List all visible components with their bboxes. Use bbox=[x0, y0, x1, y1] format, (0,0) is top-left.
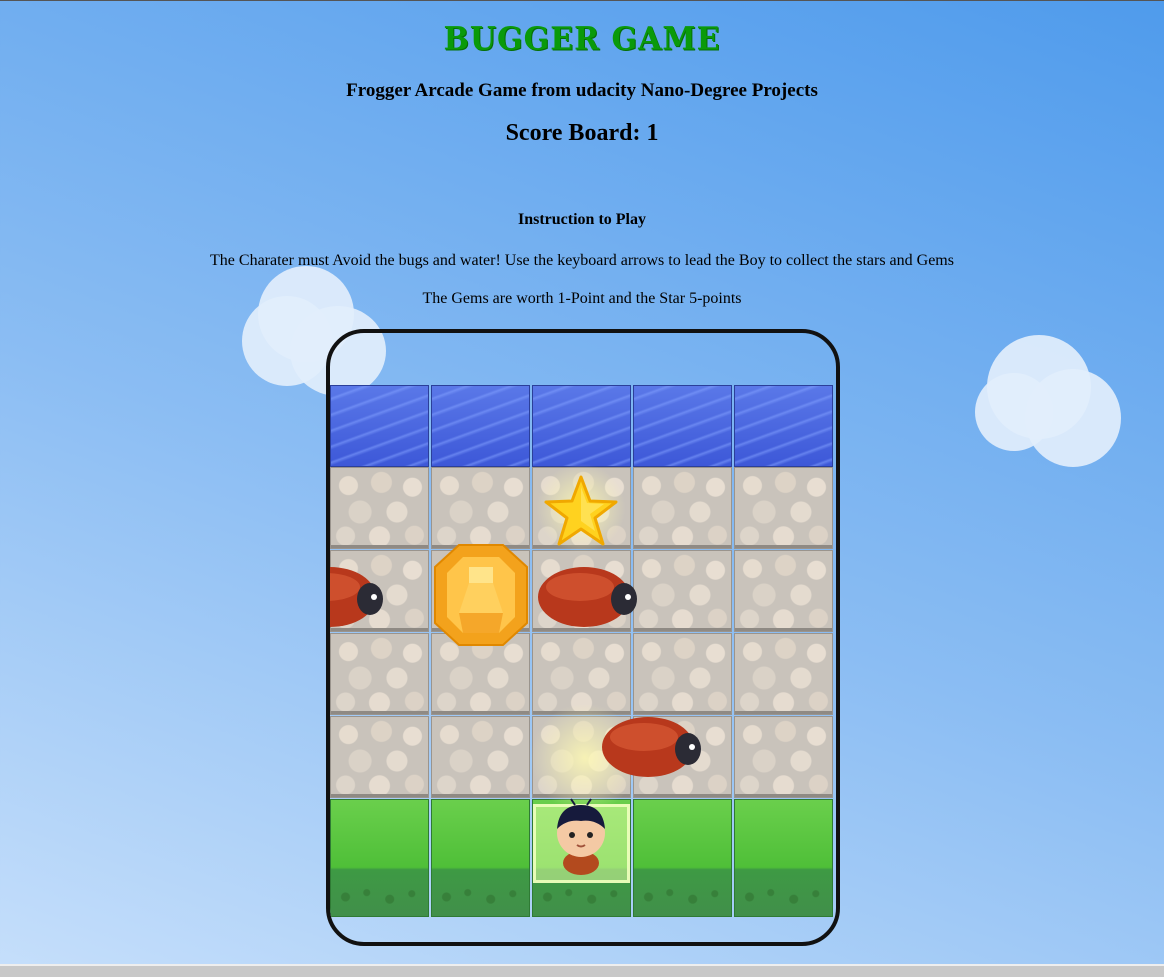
instructions-line-2: The Gems are worth 1-Point and the Star … bbox=[422, 290, 742, 307]
cloud-right bbox=[975, 335, 1125, 470]
stone-tile bbox=[734, 633, 833, 715]
stone-tile bbox=[431, 716, 530, 798]
bug-enemy bbox=[538, 567, 637, 627]
stone-tile bbox=[431, 467, 530, 549]
grass-tile bbox=[734, 799, 833, 917]
water-tile bbox=[532, 385, 631, 467]
bug-enemy bbox=[602, 717, 701, 777]
stone-tile bbox=[330, 467, 429, 549]
stone-tile bbox=[633, 633, 732, 715]
player-boy[interactable] bbox=[543, 795, 619, 877]
instructions-heading: Instruction to Play bbox=[518, 211, 646, 228]
water-tile bbox=[431, 385, 530, 467]
game-canvas[interactable] bbox=[326, 329, 840, 946]
star-icon bbox=[544, 475, 618, 546]
bug-enemy bbox=[330, 567, 383, 627]
water-tile bbox=[734, 385, 833, 467]
stone-tile bbox=[734, 550, 833, 632]
gem-icon bbox=[434, 544, 528, 646]
stone-tile bbox=[330, 633, 429, 715]
stone-tile bbox=[734, 716, 833, 798]
game-title: BUGGER GAME bbox=[443, 21, 721, 58]
score-board: Score Board: 1 bbox=[0, 120, 1164, 147]
score-value: 1 bbox=[646, 120, 659, 146]
grass-tile bbox=[431, 799, 530, 917]
instructions-line-1: The Charater must Avoid the bugs and wat… bbox=[210, 252, 954, 269]
stone-tile bbox=[633, 467, 732, 549]
bottom-scrollbar[interactable] bbox=[0, 964, 1164, 977]
game-subtitle: Frogger Arcade Game from udacity Nano-De… bbox=[346, 80, 818, 101]
grass-tile bbox=[330, 799, 429, 917]
water-tile bbox=[330, 385, 429, 467]
stone-tile bbox=[330, 716, 429, 798]
stone-tile bbox=[734, 467, 833, 549]
top-border bbox=[0, 0, 1164, 1]
score-label: Score Board: bbox=[505, 120, 641, 146]
grass-tile bbox=[633, 799, 732, 917]
water-tile bbox=[633, 385, 732, 467]
stone-tile bbox=[633, 550, 732, 632]
